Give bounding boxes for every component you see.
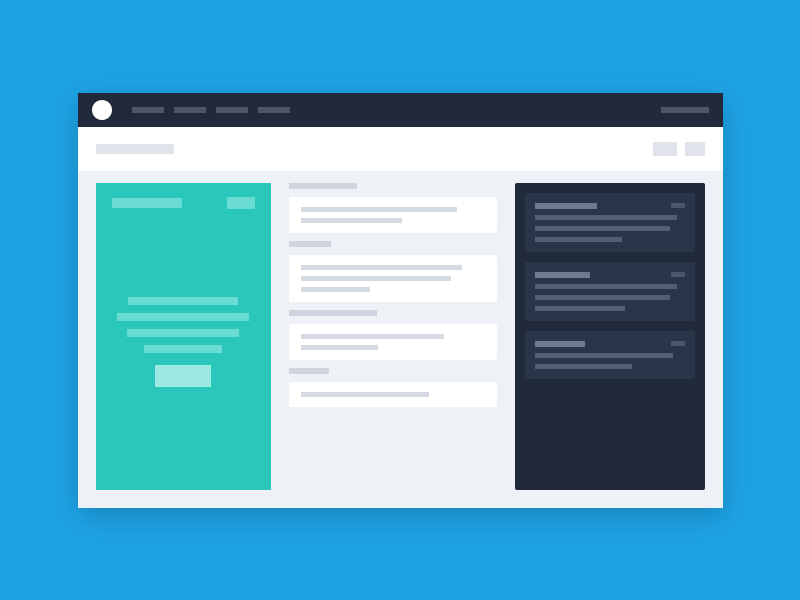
section-title-3 <box>289 310 377 316</box>
sidebar-card-title <box>535 272 590 278</box>
sidebar-card-meta <box>671 272 685 277</box>
sidebar-card-2[interactable] <box>525 262 695 321</box>
promo-card <box>96 183 271 490</box>
feed-card-2[interactable] <box>289 255 497 302</box>
feed-line <box>301 392 430 397</box>
page-title <box>96 144 174 154</box>
promo-line-3 <box>127 329 239 337</box>
sidebar-card-3[interactable] <box>525 331 695 379</box>
promo-line-2 <box>117 313 249 321</box>
feed-card-4[interactable] <box>289 382 497 407</box>
promo-line-4 <box>144 345 222 353</box>
sidebar-column <box>515 183 705 490</box>
nav-item-4[interactable] <box>258 107 290 113</box>
section-title-1 <box>289 183 357 189</box>
promo-body <box>112 209 255 476</box>
section-title-2 <box>289 241 331 247</box>
sidebar-line <box>535 284 678 289</box>
sidebar-line <box>535 306 625 311</box>
feed-line <box>301 334 445 339</box>
top-nav <box>78 93 723 127</box>
sidebar-line <box>535 364 633 369</box>
feed-card-3[interactable] <box>289 324 497 360</box>
feed-line <box>301 276 452 281</box>
nav-right-action[interactable] <box>661 107 709 113</box>
promo-cta-button[interactable] <box>155 365 211 387</box>
nav-item-3[interactable] <box>216 107 248 113</box>
content-columns <box>78 171 723 508</box>
sidebar-card-1[interactable] <box>525 193 695 252</box>
promo-tag <box>227 197 255 209</box>
app-window <box>78 93 723 508</box>
promo-line-1 <box>128 297 238 305</box>
sidebar-card-title <box>535 203 597 209</box>
nav-item-1[interactable] <box>132 107 164 113</box>
sub-header <box>78 127 723 171</box>
sidebar-line <box>535 295 670 300</box>
sidebar-card-meta <box>671 203 685 208</box>
feed-line <box>301 207 457 212</box>
header-action-b[interactable] <box>685 142 705 156</box>
header-action-a[interactable] <box>653 142 677 156</box>
sidebar-line <box>535 215 678 220</box>
sidebar-card-meta <box>671 341 685 346</box>
promo-heading <box>112 198 182 208</box>
promo-column <box>96 183 271 490</box>
sidebar-line <box>535 353 673 358</box>
nav-links <box>132 107 290 113</box>
nav-item-2[interactable] <box>174 107 206 113</box>
sidebar-line <box>535 237 622 242</box>
feed-line <box>301 218 402 223</box>
section-title-4 <box>289 368 329 374</box>
feed-card-1[interactable] <box>289 197 497 233</box>
feed-line <box>301 265 463 270</box>
sidebar-card-title <box>535 341 585 347</box>
logo-icon[interactable] <box>92 100 112 120</box>
sidebar-line <box>535 226 670 231</box>
feed-column <box>289 183 497 490</box>
feed-line <box>301 287 371 292</box>
feed-line <box>301 345 378 350</box>
